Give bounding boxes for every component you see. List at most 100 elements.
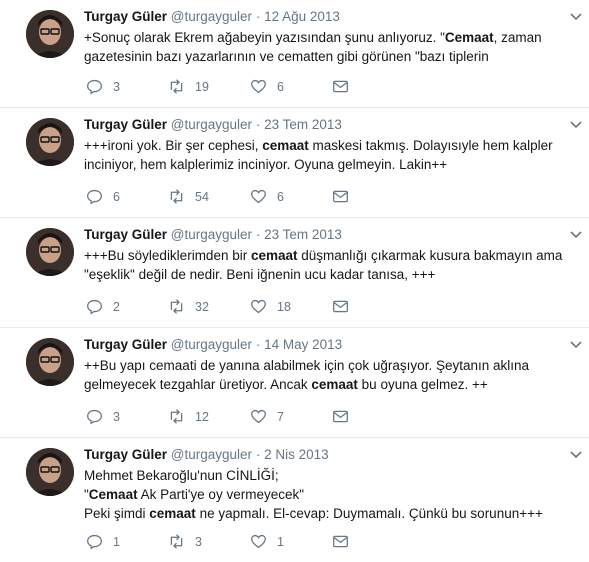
like-button[interactable]: 1 <box>250 533 332 550</box>
like-button[interactable]: 7 <box>250 408 332 425</box>
like-icon <box>251 299 266 314</box>
separator: · <box>255 337 261 352</box>
retweet-button[interactable]: 3 <box>168 533 250 550</box>
avatar[interactable] <box>26 10 74 58</box>
reply-count: 3 <box>113 409 120 424</box>
like-icon <box>251 79 266 94</box>
chevron-down-icon[interactable] <box>569 10 583 24</box>
tweet[interactable]: Turgay Güler @turgayguler · 23 Tem 2013 … <box>0 108 589 218</box>
reply-button[interactable]: 2 <box>86 298 168 315</box>
tweet-text-line: inciniyor, hem kalplerimiz inciniyor. Oy… <box>84 157 448 172</box>
reply-icon <box>87 299 102 315</box>
chevron-down-icon[interactable] <box>569 448 583 462</box>
author-handle[interactable]: @turgayguler <box>171 9 252 24</box>
like-icon <box>251 534 266 549</box>
author-name[interactable]: Turgay Güler <box>84 9 167 24</box>
author-name[interactable]: Turgay Güler <box>84 447 167 462</box>
tweet-text-line: gelmeyecek tezgahlar üretiyor. Ancak cem… <box>84 377 488 392</box>
tweet-text: Mehmet Bekaroğlu'nun CİNLİĞİ; "Cemaat Ak… <box>84 466 559 523</box>
author-handle[interactable]: @turgayguler <box>171 337 252 352</box>
tweet-actions: 2 32 18 <box>86 298 414 315</box>
tweet-date[interactable]: 12 Ağu 2013 <box>264 9 340 24</box>
reply-count: 6 <box>113 189 120 204</box>
author-name[interactable]: Turgay Güler <box>84 117 167 132</box>
separator: · <box>255 117 261 132</box>
chevron-down-icon[interactable] <box>569 118 583 132</box>
like-count: 7 <box>277 409 284 424</box>
tweet[interactable]: Turgay Güler @turgayguler · 14 May 2013 … <box>0 328 589 438</box>
message-button[interactable] <box>332 298 414 315</box>
reply-count: 3 <box>113 79 120 94</box>
tweet-text-line: +Sonuç olarak Ekrem ağabeyin yazısından … <box>84 30 542 45</box>
author-handle[interactable]: @turgayguler <box>171 447 252 462</box>
message-button[interactable] <box>332 408 414 425</box>
message-icon <box>333 535 348 548</box>
reply-button[interactable]: 1 <box>86 533 168 550</box>
keyword-highlight: cemaat <box>311 377 358 392</box>
retweet-count: 3 <box>195 534 202 549</box>
avatar[interactable] <box>26 228 74 276</box>
like-count: 1 <box>277 534 284 549</box>
reply-button[interactable]: 6 <box>86 188 168 205</box>
tweet-feed: Turgay Güler @turgayguler · 12 Ağu 2013 … <box>0 0 589 562</box>
retweet-button[interactable]: 19 <box>168 78 250 95</box>
avatar[interactable] <box>26 338 74 386</box>
like-count: 6 <box>277 79 284 94</box>
tweet-text-line: "Cemaat Ak Parti'ye oy vermeyecek" <box>84 487 305 502</box>
reply-button[interactable]: 3 <box>86 408 168 425</box>
author-name[interactable]: Turgay Güler <box>84 227 167 242</box>
like-button[interactable]: 6 <box>250 78 332 95</box>
separator: · <box>255 447 261 462</box>
tweet-date[interactable]: 23 Tem 2013 <box>264 117 342 132</box>
message-icon <box>333 190 348 203</box>
retweet-button[interactable]: 12 <box>168 408 250 425</box>
like-icon <box>251 409 266 424</box>
like-button[interactable]: 6 <box>250 188 332 205</box>
tweet-date[interactable]: 2 Nis 2013 <box>264 447 329 462</box>
keyword-highlight: Cemaat <box>88 487 138 502</box>
retweet-button[interactable]: 32 <box>168 298 250 315</box>
reply-icon <box>87 189 102 205</box>
retweet-icon <box>170 189 183 204</box>
tweet-date[interactable]: 23 Tem 2013 <box>264 227 342 242</box>
reply-button[interactable]: 3 <box>86 78 168 95</box>
separator: · <box>255 9 261 24</box>
tweet-text-line: +++Bu söylediklerimden bir cemaat düşman… <box>84 248 563 263</box>
message-icon <box>333 410 348 423</box>
message-button[interactable] <box>332 78 414 95</box>
tweet[interactable]: Turgay Güler @turgayguler · 23 Tem 2013 … <box>0 218 589 328</box>
tweet[interactable]: Turgay Güler @turgayguler · 12 Ağu 2013 … <box>0 0 589 108</box>
chevron-down-icon[interactable] <box>569 228 583 242</box>
avatar[interactable] <box>26 448 74 496</box>
tweet-text-line: Mehmet Bekaroğlu'nun CİNLİĞİ; <box>84 468 279 483</box>
like-icon <box>251 189 266 204</box>
keyword-highlight: cemaat <box>250 248 298 263</box>
retweet-icon <box>170 79 183 94</box>
like-button[interactable]: 18 <box>250 298 332 315</box>
message-icon <box>333 300 348 313</box>
tweet-text-line: Peki şimdi cemaat ne yapmalı. El-cevap: … <box>84 506 543 521</box>
separator: · <box>255 227 261 242</box>
tweet[interactable]: Turgay Güler @turgayguler · 2 Nis 2013 M… <box>0 438 589 562</box>
author-handle[interactable]: @turgayguler <box>171 227 252 242</box>
author-handle[interactable]: @turgayguler <box>171 117 252 132</box>
message-button[interactable] <box>332 533 414 550</box>
tweet-text: +++Bu söylediklerimden bir cemaat düşman… <box>84 246 563 284</box>
tweet-header: Turgay Güler @turgayguler · 23 Tem 2013 <box>84 226 559 244</box>
reply-icon <box>87 409 102 425</box>
chevron-down-icon[interactable] <box>569 338 583 352</box>
tweet-text-line: "eşeklik" değil de nedir. Beni iğnenin u… <box>84 267 436 282</box>
tweet-date[interactable]: 14 May 2013 <box>264 337 342 352</box>
tweet-header: Turgay Güler @turgayguler · 12 Ağu 2013 <box>84 8 559 26</box>
tweet-header: Turgay Güler @turgayguler · 23 Tem 2013 <box>84 116 559 134</box>
tweet-text-line: +++ironi yok. Bir şer cephesi, cemaat ma… <box>84 138 553 153</box>
author-name[interactable]: Turgay Güler <box>84 337 167 352</box>
avatar[interactable] <box>26 118 74 166</box>
tweet-header: Turgay Güler @turgayguler · 2 Nis 2013 <box>84 446 559 464</box>
reply-count: 1 <box>113 534 120 549</box>
keyword-highlight: Cemaat <box>444 30 494 45</box>
message-button[interactable] <box>332 188 414 205</box>
tweet-actions: 1 3 1 <box>86 533 414 550</box>
keyword-highlight: cemaat <box>262 138 309 153</box>
retweet-button[interactable]: 54 <box>168 188 250 205</box>
